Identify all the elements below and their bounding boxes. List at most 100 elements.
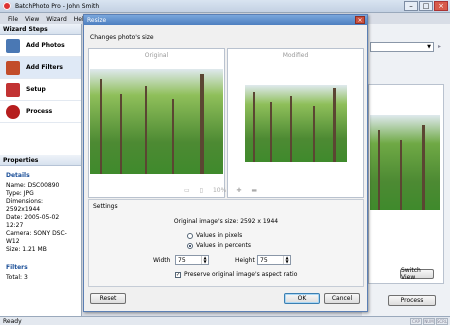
settings-label: Settings (93, 203, 118, 210)
details-title: Details (6, 172, 30, 179)
checkmark-icon[interactable]: ✓ (175, 271, 181, 278)
tree-shape (313, 106, 315, 162)
preview-pane (368, 84, 444, 284)
tree-shape (100, 79, 102, 174)
height-label: Height (235, 257, 255, 264)
status-text: Ready (3, 317, 22, 325)
chevron-down-icon: ▼ (427, 44, 431, 50)
wizard-sidebar: Wizard Steps Add Photos Add Filters Setu… (0, 24, 82, 316)
step-label: Process (26, 108, 53, 115)
resize-dialog: Resize × Changes photo's size Original M… (83, 14, 368, 312)
reset-label: Reset (99, 295, 117, 302)
main-right-area: ▼ ▸ Switch View Process (362, 24, 450, 316)
tree-shape (120, 94, 122, 174)
preserve-aspect-checkbox[interactable]: ✓ Preserve original image's aspect ratio (175, 271, 297, 278)
step-label: Setup (26, 86, 46, 93)
radio-percent-icon[interactable] (187, 242, 193, 249)
width-value: 75 (178, 256, 186, 264)
app-title: BatchPhoto Pro - John Smith (15, 2, 100, 10)
zoom-out-icon[interactable]: ▬ (251, 187, 257, 194)
wizard-steps-heading: Wizard Steps (0, 24, 81, 35)
dialog-close-button[interactable]: × (355, 16, 365, 24)
chevron-right-icon[interactable]: ▸ (438, 43, 441, 50)
radio-percent-label: Values in percents (196, 242, 251, 249)
menu-file[interactable]: File (8, 16, 18, 23)
spin-arrows-icon[interactable]: ▲ ▼ (283, 256, 290, 264)
width-label: Width (153, 257, 171, 264)
process-icon (6, 104, 20, 119)
status-bar: Ready CAP NUM SCRL (0, 316, 450, 325)
width-stepper[interactable]: 75 ▲ ▼ (175, 255, 209, 265)
step-add-filters[interactable]: Add Filters (0, 57, 81, 79)
modified-photo (245, 85, 347, 162)
minimize-button[interactable]: – (404, 1, 418, 11)
detail-size: Size: 1.21 MB (6, 246, 47, 253)
dialog-title-bar: Resize (84, 15, 367, 25)
cancel-label: Cancel (331, 295, 353, 302)
switch-view-label: Switch View (401, 267, 421, 281)
tree-shape (378, 130, 380, 210)
actual-size-icon[interactable]: ▯ (200, 187, 203, 194)
ok-button[interactable]: OK (284, 293, 320, 304)
height-stepper[interactable]: 75 ▲ ▼ (257, 255, 291, 265)
spin-arrows-icon[interactable]: ▲ ▼ (201, 256, 208, 264)
add-filters-icon (6, 60, 20, 75)
filters-total: Total: 3 (6, 274, 28, 281)
zoom-in-icon[interactable]: ✚ (236, 187, 241, 194)
add-photos-icon (6, 38, 20, 53)
tree-shape (172, 99, 174, 174)
tree-shape (145, 86, 147, 174)
properties-heading: Properties (0, 155, 81, 166)
maximize-button[interactable]: □ (419, 1, 433, 11)
zoom-value: 10% (212, 187, 227, 194)
dialog-title: Resize (87, 16, 107, 24)
step-setup[interactable]: Setup (0, 79, 81, 101)
status-indicators: CAP NUM SCRL (409, 317, 448, 325)
zoom-toolbar: ▭ ▯ 10% ✚ ▬ (184, 187, 257, 194)
radio-pixels-label: Values in pixels (196, 232, 243, 239)
reset-button[interactable]: Reset (90, 293, 126, 304)
detail-date: Date: 2005-05-02 12:27 (6, 214, 60, 229)
detail-camera: Camera: SONY DSC-W12 (6, 230, 67, 245)
tree-shape (200, 74, 204, 174)
fit-icon[interactable]: ▭ (184, 187, 190, 194)
cancel-button[interactable]: Cancel (324, 293, 360, 304)
setup-icon (6, 82, 20, 97)
close-button[interactable]: × (434, 1, 448, 11)
radio-pixels[interactable]: Values in pixels (187, 232, 242, 239)
detail-name: Name: DSC00890 (6, 182, 60, 189)
original-photo (90, 69, 223, 174)
detail-dimensions: Dimensions: 2592x1944 (6, 198, 44, 213)
tree-shape (422, 125, 425, 210)
dialog-subtitle: Changes photo's size (90, 34, 154, 41)
preview-photo (370, 115, 440, 210)
tree-shape (253, 92, 255, 162)
switch-view-button[interactable]: Switch View (400, 267, 434, 281)
scroll-lock-indicator: SCRL (436, 317, 448, 325)
tree-shape (270, 102, 272, 162)
height-value: 75 (260, 256, 268, 264)
settings-group: Settings Original image's size: 2592 x 1… (88, 199, 364, 287)
modified-label: Modified (282, 52, 309, 59)
menu-wizard[interactable]: Wizard (46, 16, 66, 23)
step-process[interactable]: Process (0, 101, 81, 123)
radio-percent[interactable]: Values in percents (187, 242, 251, 249)
original-size-text: Original image's size: 2592 x 1944 (173, 218, 279, 225)
menu-bar: File View Wizard Help (0, 14, 87, 24)
radio-pixels-icon[interactable] (187, 232, 193, 239)
preset-dropdown[interactable]: ▼ (370, 42, 434, 52)
preserve-aspect-label: Preserve original image's aspect ratio (184, 271, 298, 278)
num-lock-indicator: NUM (423, 317, 435, 325)
step-label: Add Photos (26, 42, 65, 49)
app-logo-icon (3, 2, 11, 10)
menu-view[interactable]: View (25, 16, 39, 23)
ok-label: OK (297, 295, 307, 302)
process-button[interactable]: Process (388, 295, 436, 306)
tree-shape (400, 140, 402, 210)
app-title-bar: BatchPhoto Pro - John Smith (0, 0, 450, 13)
caps-lock-indicator: CAP (410, 317, 422, 325)
detail-type: Type: JPG (6, 190, 34, 197)
properties-panel: Details Name: DSC00890 Type: JPG Dimensi… (0, 166, 81, 284)
step-add-photos[interactable]: Add Photos (0, 35, 81, 57)
